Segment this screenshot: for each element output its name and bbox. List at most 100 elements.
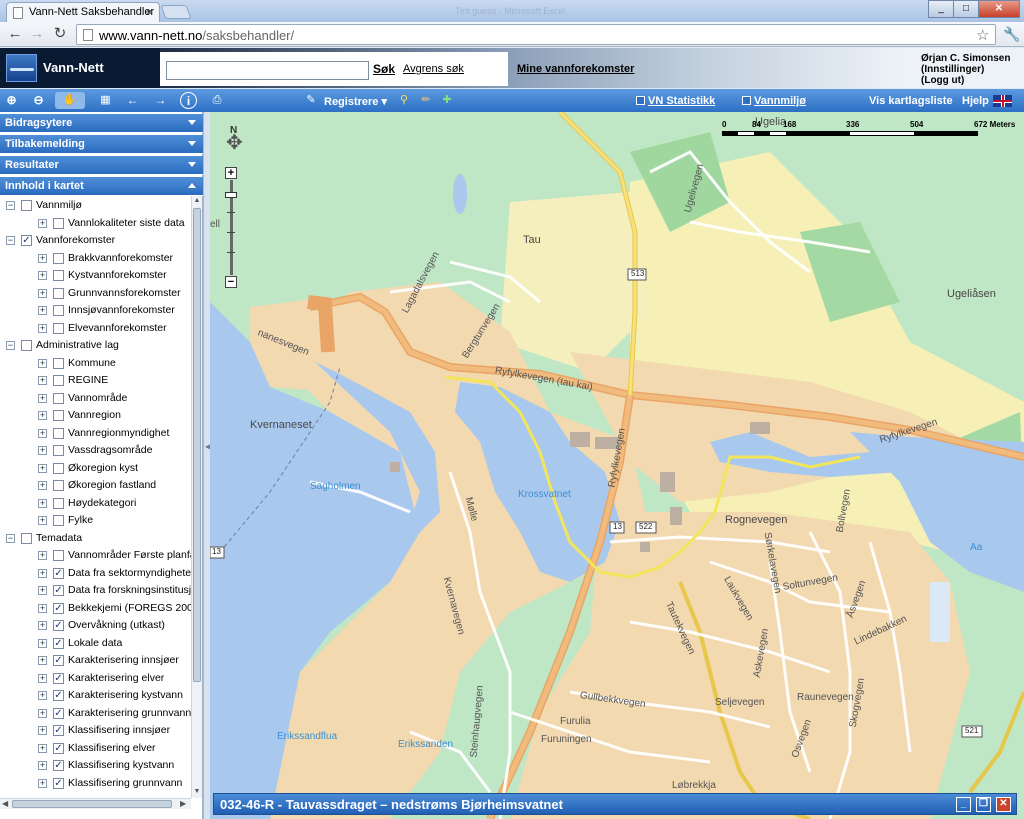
layer-checkbox[interactable]: ✓ [53, 637, 64, 649]
water-environment-link[interactable]: Vannmiljø [742, 95, 806, 107]
expand-icon[interactable]: + [38, 638, 47, 648]
layer-checkbox[interactable] [53, 515, 64, 526]
layer-checkbox[interactable] [53, 462, 64, 474]
zoom-in-icon[interactable]: ⊕ [3, 92, 20, 109]
scrollbar-thumb[interactable] [12, 800, 172, 808]
layer-checkbox[interactable] [21, 532, 32, 544]
layer-checkbox[interactable] [53, 392, 64, 404]
draw-pencil-icon[interactable]: ✏ [417, 92, 435, 109]
tree-vertical-scrollbar[interactable]: ▲ ▼ [191, 196, 202, 798]
expand-icon[interactable]: + [38, 673, 47, 683]
layer-checkbox[interactable]: ✓ [53, 777, 64, 789]
settings-link[interactable]: (Innstillinger) [921, 64, 1010, 75]
add-user-icon[interactable]: ✚ [438, 92, 456, 109]
window-close-button[interactable]: ✕ [978, 0, 1020, 18]
layer-checkbox[interactable] [53, 497, 64, 509]
logout-link[interactable]: (Logg ut) [921, 75, 1010, 86]
selected-feature-bar[interactable]: 032-46-R - Tauvassdraget – nedstrøms Bjø… [213, 793, 1017, 815]
expand-icon[interactable]: + [38, 691, 47, 700]
layer-checkbox[interactable]: ✓ [53, 620, 64, 631]
window-maximize-button[interactable]: □ [953, 0, 979, 18]
window-minimize-button[interactable]: _ [928, 0, 954, 18]
previous-extent-icon[interactable]: ← [124, 92, 141, 109]
scroll-right-icon[interactable]: ▶ [180, 799, 186, 808]
layer-checkbox[interactable] [53, 287, 64, 299]
collapse-icon[interactable]: − [6, 341, 15, 350]
layer-list-link[interactable]: Vis kartlagsliste [869, 95, 953, 107]
browser-tab[interactable]: Vann-Nett Saksbehandler × [6, 2, 160, 22]
expand-icon[interactable]: + [38, 586, 47, 595]
accordion-map-content[interactable]: Innhold i kartet [0, 177, 203, 196]
expand-icon[interactable]: + [38, 603, 47, 613]
register-menu[interactable]: Registrere ▾ [324, 95, 387, 108]
expand-icon[interactable]: + [38, 323, 47, 333]
my-water-bodies-link[interactable]: Mine vannforekomster [517, 63, 634, 75]
restore-icon[interactable]: ❐ [976, 797, 991, 812]
zoom-in-button[interactable]: + [225, 167, 237, 179]
collapse-icon[interactable]: − [6, 236, 15, 245]
expand-icon[interactable]: + [38, 253, 47, 263]
info-icon[interactable]: i [180, 92, 197, 109]
layer-checkbox[interactable] [53, 270, 64, 281]
expand-icon[interactable]: + [38, 393, 47, 403]
wrench-icon[interactable]: 🔧 [1003, 26, 1020, 43]
panel-splitter[interactable]: ◀ [203, 112, 211, 819]
layer-checkbox[interactable]: ✓ [53, 690, 64, 701]
collapse-icon[interactable]: − [6, 201, 15, 210]
expand-icon[interactable]: + [38, 621, 47, 630]
print-icon[interactable]: ⎙ [208, 92, 226, 109]
layer-checkbox[interactable] [53, 410, 64, 421]
expand-icon[interactable]: + [38, 551, 47, 560]
forward-arrow-icon[interactable]: → [28, 25, 46, 43]
expand-icon[interactable]: + [38, 568, 47, 578]
expand-icon[interactable]: + [38, 761, 47, 770]
zoom-slider-handle[interactable] [225, 192, 237, 198]
expand-icon[interactable]: + [38, 516, 47, 525]
layer-checkbox[interactable]: ✓ [53, 585, 64, 596]
expand-icon[interactable]: + [38, 656, 47, 665]
accordion-feedback[interactable]: Tilbakemelding [0, 135, 203, 154]
scroll-up-icon[interactable]: ▲ [193, 197, 201, 205]
layer-checkbox[interactable] [53, 357, 64, 369]
expand-icon[interactable]: + [38, 428, 47, 438]
scroll-left-icon[interactable]: ◀ [2, 799, 8, 808]
layer-checkbox[interactable] [53, 252, 64, 264]
close-icon[interactable]: ✕ [996, 797, 1011, 812]
pan-control[interactable]: N ✥ [224, 125, 246, 155]
layer-checkbox[interactable] [53, 217, 64, 229]
expand-icon[interactable]: + [38, 446, 47, 455]
minimize-icon[interactable]: _ [956, 797, 971, 812]
pan-arrows-icon[interactable]: ✥ [226, 133, 243, 153]
layer-checkbox[interactable]: ✓ [53, 707, 64, 719]
layer-checkbox[interactable] [53, 375, 64, 386]
back-arrow-icon[interactable]: ← [6, 25, 24, 43]
select-tool-icon[interactable]: ⚲ [395, 92, 413, 109]
bookmark-star-icon[interactable]: ☆ [976, 26, 989, 44]
expand-icon[interactable]: + [38, 481, 47, 490]
expand-icon[interactable]: + [38, 358, 47, 368]
accordion-contributors[interactable]: Bidragsytere [0, 114, 203, 133]
expand-icon[interactable]: + [38, 708, 47, 718]
full-extent-icon[interactable]: ▦ [91, 92, 120, 109]
expand-icon[interactable]: + [38, 778, 47, 788]
accordion-results[interactable]: Resultater [0, 156, 203, 175]
collapse-icon[interactable]: − [6, 533, 15, 543]
expand-icon[interactable]: + [38, 463, 47, 473]
layer-checkbox[interactable] [53, 322, 64, 334]
layer-checkbox[interactable]: ✓ [53, 742, 64, 754]
tab-close-icon[interactable]: × [146, 5, 153, 19]
layer-checkbox[interactable] [53, 305, 64, 316]
layer-checkbox[interactable]: ✓ [53, 602, 64, 614]
scrollbar-thumb[interactable] [193, 208, 201, 682]
expand-icon[interactable]: + [38, 271, 47, 280]
layer-checkbox[interactable] [21, 200, 32, 211]
layer-checkbox[interactable]: ✓ [53, 567, 64, 579]
uk-flag-icon[interactable] [993, 95, 1012, 107]
layer-checkbox[interactable] [53, 480, 64, 491]
vn-statistics-link[interactable]: VN Statistikk [636, 95, 715, 107]
refine-search-link[interactable]: Avgrens søk [403, 63, 464, 75]
layer-checkbox[interactable] [53, 445, 64, 456]
layer-checkbox[interactable]: ✓ [53, 672, 64, 684]
layer-checkbox[interactable]: ✓ [53, 725, 64, 736]
layer-checkbox[interactable]: ✓ [21, 235, 32, 246]
